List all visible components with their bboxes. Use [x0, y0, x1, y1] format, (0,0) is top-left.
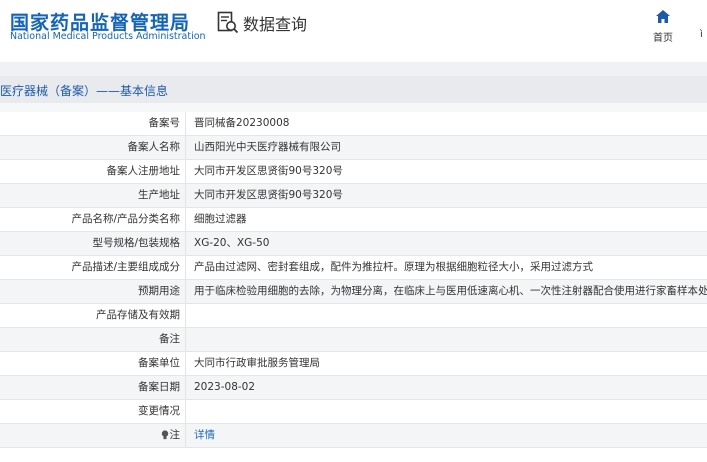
detail-row-production-address: 生产地址 大同市开发区思贤街90号320号 — [0, 184, 707, 208]
row-value: 大同市开发区思贤街90号320号 — [194, 165, 343, 177]
detail-row-change-status: 变更情况 — [0, 400, 707, 424]
row-label: 备案日期 — [0, 376, 186, 399]
row-value — [186, 328, 707, 351]
row-label: 产品名称/产品分类名称 — [0, 208, 186, 231]
row-value: 用于临床检验用细胞的去除，为物理分离，在临床上与医用低速离心机、一次性注射器配合… — [194, 285, 707, 297]
site-logo-subtitle: National Medical Products Administration — [10, 31, 206, 42]
row-label: 型号规格/包装规格 — [0, 232, 186, 255]
row-label: 备案号 — [0, 112, 186, 135]
row-value: 山西阳光中天医疗器械有限公司 — [194, 141, 341, 153]
row-label: 产品描述/主要组成成分 — [0, 256, 186, 279]
detail-row-product-name: 产品名称/产品分类名称 细胞过滤器 — [0, 208, 707, 232]
note-label: 注 — [169, 429, 181, 441]
header-divider — [0, 62, 707, 76]
row-value: 大同市开发区思贤街90号320号 — [194, 189, 343, 201]
site-header: 国家药品监督管理局 National Medical Products Admi… — [0, 0, 707, 62]
row-value: 细胞过滤器 — [194, 213, 247, 225]
detail-row-filing-date: 备案日期 2023-08-02 — [0, 376, 707, 400]
nav-item-cut-off[interactable]: ì — [700, 29, 703, 40]
breadcrumb: 医疗器械（备案）——基本信息 — [0, 84, 169, 98]
data-query-label: 数据查询 — [243, 15, 308, 34]
row-label: 生产地址 — [0, 184, 186, 207]
detail-row-intended-use: 预期用途 用于临床检验用细胞的去除，为物理分离，在临床上与医用低速离心机、一次性… — [0, 280, 707, 304]
lightbulb-icon — [161, 430, 168, 440]
detail-table: 备案号 晋同械备20230008 备案人名称 山西阳光中天医疗器械有限公司 备案… — [0, 112, 707, 448]
row-label: 备注 — [0, 328, 186, 351]
row-label: 备案单位 — [0, 352, 186, 375]
home-nav[interactable]: 首页 — [648, 8, 678, 44]
detail-row-remarks: 备注 — [0, 328, 707, 352]
detail-row-model-spec: 型号规格/包装规格 XG-20、XG-50 — [0, 232, 707, 256]
content-gap — [0, 103, 707, 112]
row-value: XG-20、XG-50 — [194, 237, 270, 249]
detail-row-filing-unit: 备案单位 大同市行政审批服务管理局 — [0, 352, 707, 376]
detail-row-registrant-name: 备案人名称 山西阳光中天医疗器械有限公司 — [0, 136, 707, 160]
row-value: 晋同械备20230008 — [194, 117, 290, 129]
row-label: 注 — [0, 424, 186, 447]
row-label: 备案人名称 — [0, 136, 186, 159]
home-icon — [656, 10, 670, 23]
detail-row-storage-validity: 产品存储及有效期 — [0, 304, 707, 328]
detail-row-registrant-address: 备案人注册地址 大同市开发区思贤街90号320号 — [0, 160, 707, 184]
row-label: 产品存储及有效期 — [0, 304, 186, 327]
row-label: 变更情况 — [0, 400, 186, 423]
detail-row-registration-no: 备案号 晋同械备20230008 — [0, 112, 707, 136]
breadcrumb-bar: 医疗器械（备案）——基本信息 — [0, 76, 707, 103]
data-query-nav[interactable]: 数据查询 — [217, 10, 307, 36]
document-search-icon — [217, 11, 239, 34]
row-value: 产品由过滤网、密封套组成，配件为推拉杆。原理为根据细胞粒径大小，采用过滤方式 — [194, 261, 593, 273]
detail-row-note: 注 详情 — [0, 424, 707, 448]
row-value — [186, 400, 707, 423]
row-value: 2023-08-02 — [194, 381, 256, 393]
row-label: 备案人注册地址 — [0, 160, 186, 183]
home-label: 首页 — [653, 33, 673, 44]
row-value: 大同市行政审批服务管理局 — [194, 357, 320, 369]
details-link[interactable]: 详情 — [186, 424, 707, 447]
row-label: 预期用途 — [0, 280, 186, 303]
row-value — [186, 304, 707, 327]
detail-row-description: 产品描述/主要组成成分 产品由过滤网、密封套组成，配件为推拉杆。原理为根据细胞粒… — [0, 256, 707, 280]
